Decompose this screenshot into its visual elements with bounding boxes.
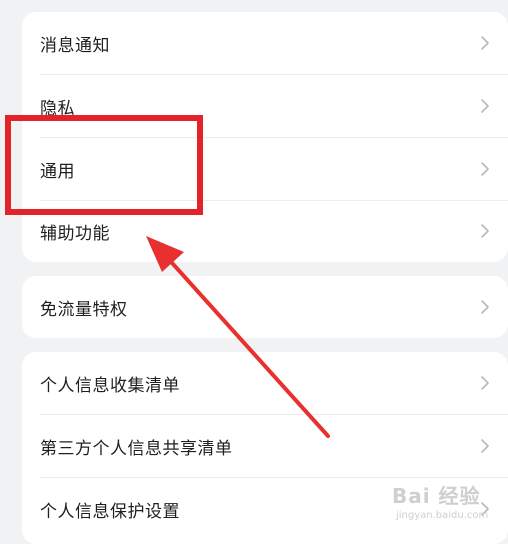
setting-row-info-collection[interactable]: 个人信息收集清单 [22,352,508,414]
setting-label-notifications: 消息通知 [40,35,110,56]
chevron-right-icon [481,376,489,390]
setting-row-privacy[interactable]: 隐私 [22,75,508,137]
chevron-right-icon [481,99,489,113]
setting-row-data-free[interactable]: 免流量特权 [22,276,508,338]
setting-label-privacy: 隐私 [40,98,75,119]
chevron-right-icon [481,224,489,238]
setting-row-notifications[interactable]: 消息通知 [22,12,508,74]
setting-row-accessibility[interactable]: 辅助功能 [22,200,508,262]
chevron-right-icon [481,162,489,176]
watermark-url: jingyan.baidu.com [396,510,489,521]
watermark-logo-text: Bai 经验 [392,484,481,508]
setting-row-third-party-sharing[interactable]: 第三方个人信息共享清单 [22,415,508,477]
chevron-right-icon [481,36,489,50]
chevron-right-icon [481,300,489,314]
setting-label-general: 通用 [40,161,75,182]
settings-group-2: 免流量特权 [22,276,508,338]
settings-group-1: 消息通知 隐私 通用 辅助功能 [22,12,508,262]
setting-label-data-free: 免流量特权 [40,299,128,320]
setting-label-protection: 个人信息保护设置 [40,501,180,522]
chevron-right-icon [481,439,489,453]
setting-label-third-party-sharing: 第三方个人信息共享清单 [40,438,233,459]
watermark: Bai 经验 jingyan.baidu.com [392,476,504,528]
setting-label-accessibility: 辅助功能 [40,223,110,244]
setting-label-info-collection: 个人信息收集清单 [40,375,180,396]
setting-row-general[interactable]: 通用 [22,138,508,200]
